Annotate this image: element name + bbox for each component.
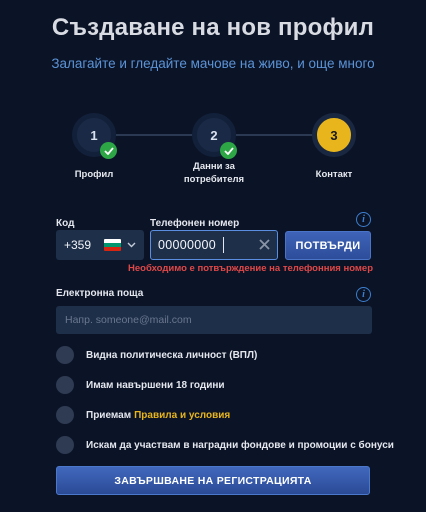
step-1-number: 1 (90, 127, 98, 143)
checkbox-promotions[interactable] (56, 436, 74, 454)
step-3-circle: 3 (312, 113, 356, 157)
page-subtitle: Залагайте и гледайте мачове на живо, и о… (51, 56, 375, 71)
code-label: Код (56, 218, 75, 229)
checkbox-label: Видна политическа личност (ВПЛ) (86, 349, 258, 361)
email-input[interactable] (56, 306, 372, 334)
phone-value: 00000000 (158, 238, 217, 252)
email-field[interactable] (56, 306, 372, 334)
page-title: Създаване на нов профил (51, 14, 375, 41)
chevron-down-icon (127, 242, 136, 248)
close-icon[interactable] (258, 238, 271, 251)
confirm-phone-button[interactable]: ПОТВЪРДИ (285, 231, 371, 260)
checkbox-label: Искам да участвам в наградни фондове и п… (86, 439, 394, 451)
checkbox-label: Имам навършени 18 години (86, 379, 225, 391)
checkbox-age[interactable] (56, 376, 74, 394)
terms-link[interactable]: Правила и условия (134, 410, 230, 421)
phone-error-message: Необходимо е потвърждение на телефонния … (128, 263, 373, 274)
complete-registration-button[interactable]: ЗАВЪРШВАНЕ НА РЕГИСТРАЦИЯТА (56, 466, 370, 495)
checkbox-row-terms[interactable]: Приемам Правила и условия (56, 406, 230, 424)
step-1-label: Профил (74, 169, 114, 180)
text-cursor (223, 237, 224, 253)
info-icon[interactable]: i (356, 212, 371, 227)
checkbox-row-promotions[interactable]: Искам да участвам в наградни фондове и п… (56, 436, 394, 454)
country-code-select[interactable]: +359 (56, 230, 144, 260)
checkbox-terms[interactable] (56, 406, 74, 424)
step-3-number: 3 (330, 127, 338, 143)
check-icon (220, 142, 237, 159)
step-2-number: 2 (210, 127, 218, 143)
step-2-label: Данни за потребителя (183, 161, 245, 185)
email-label: Електронна поща (56, 288, 144, 299)
check-icon (100, 142, 117, 159)
phone-input[interactable]: 00000000 (150, 230, 278, 260)
checkbox-label: Приемам (86, 409, 132, 421)
country-code-value: +359 (64, 238, 92, 252)
step-3-label: Контакт (315, 169, 353, 180)
checkbox-pep[interactable] (56, 346, 74, 364)
phone-label: Телефонен номер (150, 218, 240, 229)
bulgaria-flag-icon (104, 239, 121, 251)
info-icon[interactable]: i (356, 287, 371, 302)
step-connector (236, 134, 314, 136)
checkbox-row-age[interactable]: Имам навършени 18 години (56, 376, 225, 394)
checkbox-row-pep[interactable]: Видна политическа личност (ВПЛ) (56, 346, 257, 364)
step-connector (116, 134, 194, 136)
